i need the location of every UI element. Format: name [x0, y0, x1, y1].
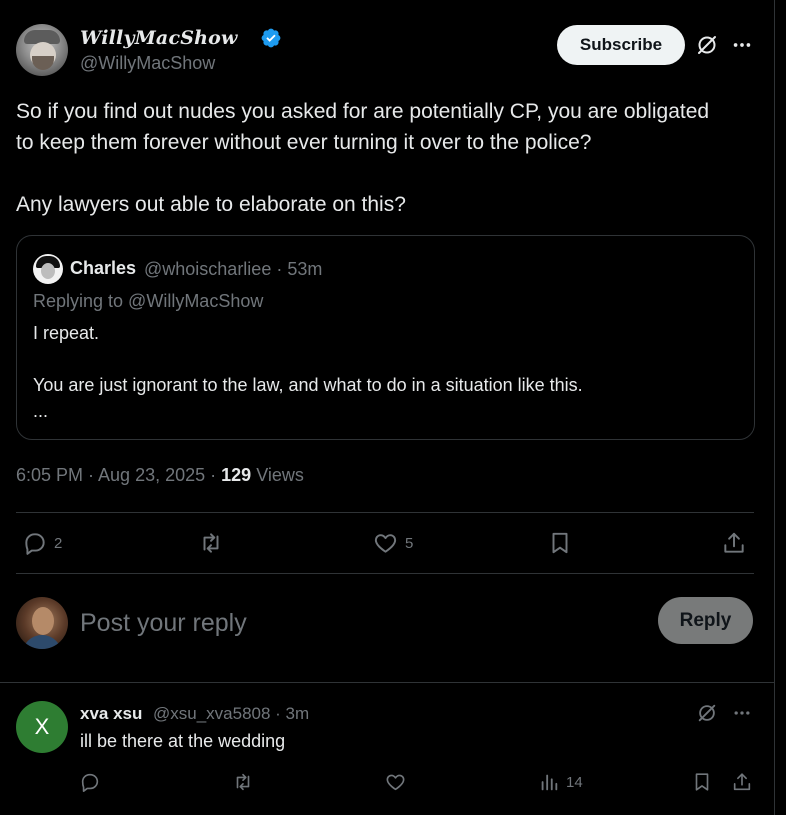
column-border	[774, 0, 775, 815]
like-count: 5	[405, 534, 414, 552]
reply-icon	[81, 773, 99, 792]
divider	[16, 573, 754, 574]
reply-icon	[25, 533, 45, 555]
repost-icon	[236, 773, 250, 791]
repost-icon	[203, 533, 219, 553]
like-action[interactable]: 5	[372, 530, 413, 556]
author-avatar[interactable]	[16, 24, 68, 76]
tweet-text-line: Any lawyers out able to elaborate on thi…	[16, 193, 406, 216]
reply-author-meta[interactable]: @xsu_xva5808 · 3m	[153, 704, 309, 724]
reply-author-avatar[interactable]: X	[16, 701, 68, 753]
quote-text-line: I repeat.	[33, 323, 100, 343]
like-action[interactable]	[384, 771, 407, 793]
bookmark-icon	[695, 773, 709, 791]
author-name[interactable]: WillyMacShow	[80, 27, 238, 49]
reply-action[interactable]	[79, 771, 101, 793]
verified-badge-icon	[261, 28, 281, 48]
divider	[16, 512, 754, 513]
more-icon[interactable]	[729, 700, 755, 726]
tweet-text: So if you find out nudes you asked for a…	[16, 96, 766, 220]
more-icon[interactable]	[729, 32, 755, 58]
avatar-letter: X	[34, 714, 50, 739]
subscribe-button[interactable]: Subscribe	[557, 25, 685, 65]
author-handle[interactable]: @WillyMacShow	[80, 53, 215, 74]
quote-author-meta: @whoischarliee · 53m	[144, 259, 323, 279]
reply-author-name[interactable]: xva xsu	[80, 704, 142, 724]
tweet-timestamp: 6:05 PM · Aug 23, 2025 · 129 Views	[16, 465, 304, 486]
views-label: Views	[251, 465, 304, 485]
quote-text-line: ...	[33, 401, 49, 421]
share-action[interactable]	[731, 771, 753, 793]
bookmark-action[interactable]	[547, 530, 573, 556]
views-action[interactable]: 14	[538, 771, 583, 793]
quote-replying-to: Replying to @WillyMacShow	[33, 291, 264, 311]
reply-button[interactable]: Reply	[658, 597, 753, 644]
repost-action[interactable]	[231, 771, 255, 793]
share-action[interactable]	[721, 530, 747, 556]
grok-icon[interactable]	[694, 700, 720, 726]
divider	[0, 682, 775, 683]
quote-author-name: Charles	[70, 258, 137, 278]
grok-icon[interactable]	[694, 32, 720, 58]
views-count: 129	[221, 465, 252, 485]
tweet-text-line: to keep them forever without ever turnin…	[16, 131, 592, 154]
reply-input[interactable]	[80, 603, 620, 643]
bookmark-action[interactable]	[691, 771, 713, 793]
like-icon	[374, 534, 397, 553]
views-count: 14	[566, 773, 583, 791]
quote-avatar	[33, 254, 63, 284]
current-user-avatar[interactable]	[16, 597, 68, 649]
like-icon	[386, 774, 405, 791]
tweet-text-line: So if you find out nudes you asked for a…	[16, 100, 710, 123]
reply-text: ill be there at the wedding	[80, 731, 286, 751]
share-icon	[724, 532, 744, 553]
share-icon	[733, 773, 751, 791]
views-icon	[541, 774, 558, 791]
quote-text-line: You are just ignorant to the law, and wh…	[33, 375, 583, 395]
bookmark-icon	[552, 532, 568, 554]
repost-action[interactable]	[197, 530, 225, 556]
reply-count: 2	[54, 534, 63, 552]
timestamp-text[interactable]: 6:05 PM · Aug 23, 2025 ·	[16, 465, 221, 485]
quoted-tweet[interactable]: Charles @whoischarliee · 53m Replying to…	[16, 235, 755, 440]
reply-action[interactable]: 2	[22, 530, 62, 556]
